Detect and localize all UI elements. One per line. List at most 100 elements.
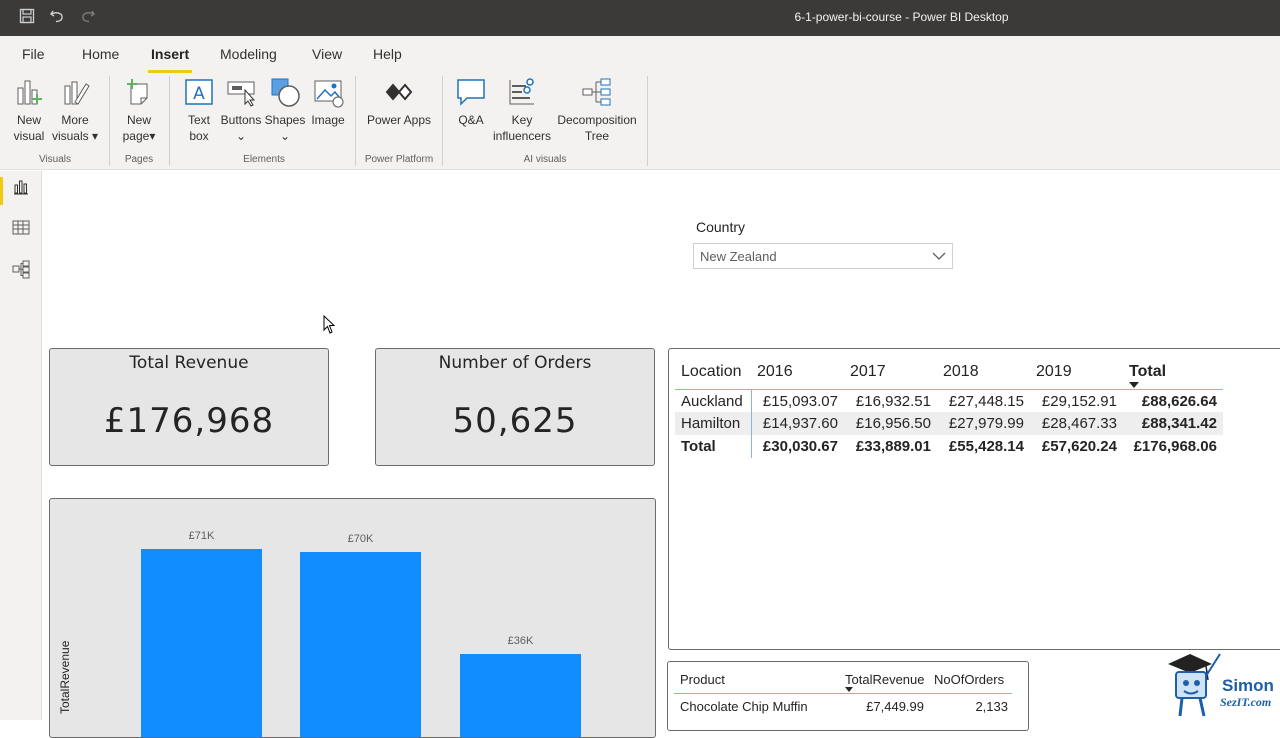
more-visuals-label-1: More bbox=[50, 112, 100, 128]
more-visuals-icon bbox=[59, 76, 91, 108]
table-cell-revenue: £7,449.99 bbox=[866, 699, 924, 714]
matrix-header-total[interactable]: Total bbox=[1123, 355, 1223, 389]
text-box-label-1: Text bbox=[180, 112, 218, 128]
number-of-orders-card[interactable]: Number of Orders 50,625 bbox=[375, 348, 655, 466]
chevron-down-icon bbox=[932, 250, 946, 262]
model-view-icon[interactable] bbox=[11, 259, 31, 279]
card-value: £176,968 bbox=[50, 401, 328, 441]
group-label-pages: Pages bbox=[116, 154, 162, 165]
buttons-label: Buttons bbox=[220, 112, 262, 128]
card-title: Number of Orders bbox=[376, 353, 654, 373]
country-slicer-dropdown[interactable]: New Zealand bbox=[693, 243, 953, 269]
table-header-totalrevenue[interactable]: TotalRevenue bbox=[845, 672, 925, 687]
tab-insert[interactable]: Insert bbox=[151, 46, 189, 62]
image-button[interactable]: Image bbox=[308, 76, 348, 128]
decomposition-tree-label-1: Decomposition bbox=[556, 112, 638, 128]
text-box-label-2: box bbox=[180, 128, 218, 144]
new-page-label-1: New bbox=[116, 112, 162, 128]
tab-modeling[interactable]: Modeling bbox=[220, 46, 277, 62]
table-header-nooforders[interactable]: NoOfOrders bbox=[934, 672, 1004, 687]
matrix-header-2019[interactable]: 2019 bbox=[1030, 355, 1123, 389]
revenue-column-chart[interactable]: TotalRevenue £71K£70K£36K bbox=[49, 498, 656, 738]
chart-data-label: £71K bbox=[141, 530, 262, 542]
card-title: Total Revenue bbox=[50, 353, 328, 373]
matrix-row-header: Auckland bbox=[675, 389, 751, 412]
more-visuals-label-2: visuals ▾ bbox=[50, 128, 100, 144]
tab-home[interactable]: Home bbox=[82, 46, 119, 62]
matrix-header-row: Location 2016 2017 2018 2019 Total bbox=[675, 355, 1223, 389]
matrix-cell: £28,467.33 bbox=[1030, 412, 1123, 435]
matrix-cell-total: £88,341.42 bbox=[1123, 412, 1223, 435]
chart-bar[interactable] bbox=[141, 549, 262, 738]
matrix-header-total-label: Total bbox=[1129, 363, 1166, 380]
matrix-row-header: Hamilton bbox=[675, 412, 751, 435]
logo-text-line2: SezIT.com bbox=[1220, 695, 1271, 710]
matrix-row: Auckland £15,093.07 £16,932.51 £27,448.1… bbox=[675, 389, 1223, 412]
matrix-total-row: Total £30,030.67 £33,889.01 £55,428.14 £… bbox=[675, 435, 1223, 458]
group-label-visuals: Visuals bbox=[10, 154, 100, 165]
sort-descending-icon bbox=[1129, 382, 1139, 388]
key-influencers-label-2: influencers bbox=[492, 128, 552, 144]
total-revenue-card[interactable]: Total Revenue £176,968 bbox=[49, 348, 329, 466]
table-cell-product: Chocolate Chip Muffin bbox=[680, 699, 808, 714]
matrix-cell: £27,979.99 bbox=[937, 412, 1030, 435]
qna-icon bbox=[455, 76, 487, 108]
image-label: Image bbox=[308, 112, 348, 128]
new-visual-label-2: visual bbox=[10, 128, 48, 144]
chart-bar[interactable] bbox=[300, 552, 421, 738]
separator bbox=[169, 76, 170, 166]
new-visual-button[interactable]: New visual bbox=[10, 76, 48, 144]
decomposition-tree-button[interactable]: Decomposition Tree bbox=[556, 76, 638, 144]
new-page-button[interactable]: New page▾ bbox=[116, 76, 162, 144]
image-icon bbox=[312, 76, 344, 108]
group-label-power-platform: Power Platform bbox=[358, 154, 440, 165]
matrix-cell: £33,889.01 bbox=[844, 435, 937, 458]
matrix-header-2018[interactable]: 2018 bbox=[937, 355, 1030, 389]
tab-view[interactable]: View bbox=[312, 46, 342, 62]
text-box-button[interactable]: A Text box bbox=[180, 76, 218, 144]
shapes-button[interactable]: Shapes ⌄ bbox=[264, 76, 306, 144]
buttons-button[interactable]: Buttons ⌄ bbox=[220, 76, 262, 144]
ribbon: File Home Insert Modeling View Help New … bbox=[0, 36, 1280, 170]
power-apps-button[interactable]: Power Apps bbox=[364, 76, 434, 128]
left-nav bbox=[0, 171, 42, 720]
tab-help[interactable]: Help bbox=[373, 46, 402, 62]
matrix-cell: £16,932.51 bbox=[844, 389, 937, 412]
location-year-matrix[interactable]: Location 2016 2017 2018 2019 Total Auckl… bbox=[668, 348, 1280, 650]
separator bbox=[355, 76, 356, 166]
decomposition-tree-label-2: Tree bbox=[556, 128, 638, 144]
key-influencers-button[interactable]: Key influencers bbox=[492, 76, 552, 144]
chart-bar[interactable] bbox=[460, 654, 581, 738]
qna-button[interactable]: Q&A bbox=[452, 76, 490, 128]
new-page-icon bbox=[123, 76, 155, 108]
group-label-ai-visuals: AI visuals bbox=[452, 154, 638, 165]
shapes-icon bbox=[269, 76, 301, 108]
tab-file[interactable]: File bbox=[22, 46, 45, 62]
matrix-cell: £14,937.60 bbox=[751, 412, 844, 435]
slicer-title: Country bbox=[696, 219, 745, 235]
separator bbox=[442, 76, 443, 166]
matrix-cell: £29,152.91 bbox=[1030, 389, 1123, 412]
more-visuals-button[interactable]: More visuals ▾ bbox=[50, 76, 100, 144]
group-label-elements: Elements bbox=[180, 154, 348, 165]
matrix-header-2017[interactable]: 2017 bbox=[844, 355, 937, 389]
matrix-cell-total: £176,968.06 bbox=[1123, 435, 1223, 458]
buttons-chevron-icon: ⌄ bbox=[220, 128, 262, 144]
sort-descending-icon bbox=[845, 687, 853, 692]
power-apps-label: Power Apps bbox=[364, 112, 434, 128]
data-view-icon[interactable] bbox=[11, 218, 31, 238]
report-view-icon[interactable] bbox=[11, 177, 31, 197]
new-visual-label-1: New bbox=[10, 112, 48, 128]
matrix-header-location[interactable]: Location bbox=[675, 355, 751, 389]
slicer-selected-value: New Zealand bbox=[700, 249, 777, 264]
logo-mascot-icon bbox=[1160, 642, 1222, 718]
svg-text:A: A bbox=[193, 84, 205, 104]
key-influencers-label-1: Key bbox=[492, 112, 552, 128]
product-table[interactable]: Product TotalRevenue NoOfOrders Chocolat… bbox=[667, 661, 1029, 731]
title-bar: 6-1-power-bi-course - Power BI Desktop bbox=[0, 0, 1280, 36]
table-cell-orders: 2,133 bbox=[975, 699, 1008, 714]
power-apps-icon bbox=[383, 76, 415, 108]
table-header-product[interactable]: Product bbox=[680, 672, 725, 687]
decomposition-tree-icon bbox=[581, 76, 613, 108]
matrix-header-2016[interactable]: 2016 bbox=[751, 355, 844, 389]
